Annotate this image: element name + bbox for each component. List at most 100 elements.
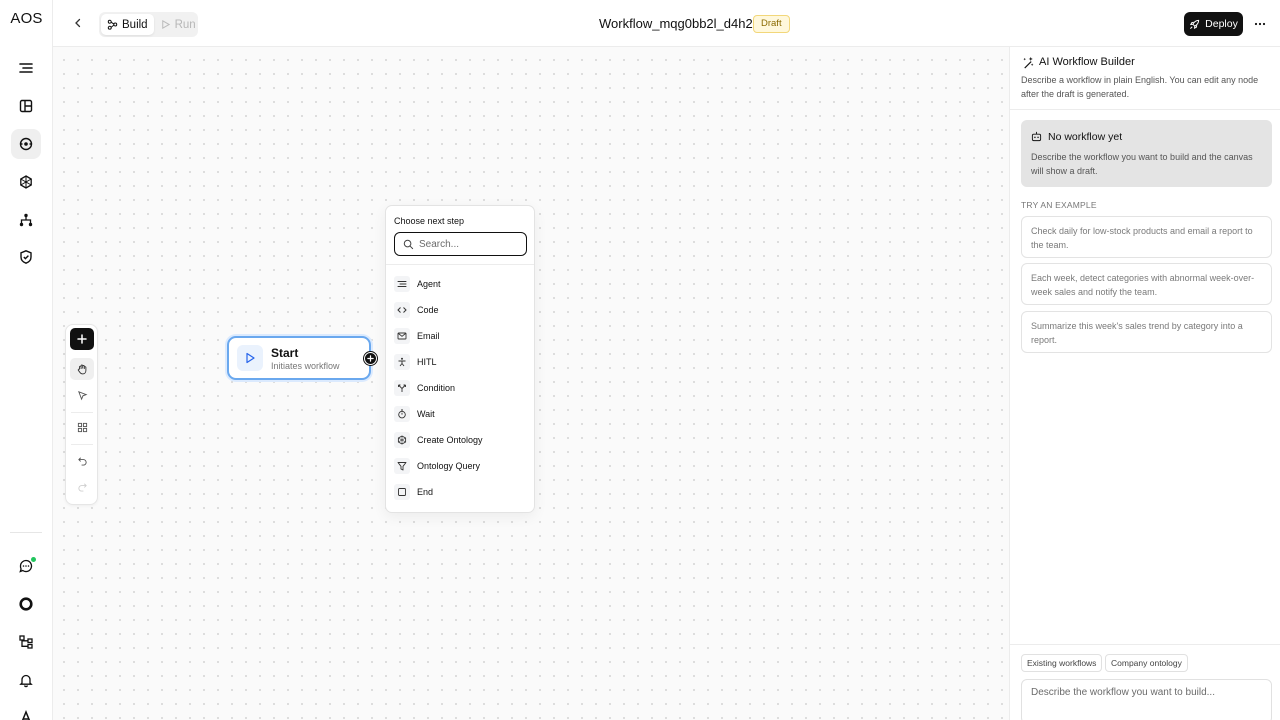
bot-icon <box>1031 131 1042 142</box>
panel-header: AI Workflow Builder Describe a workflow … <box>1010 47 1280 110</box>
step-item-agent[interactable]: Agent <box>394 273 526 295</box>
select-tool-button[interactable] <box>70 384 94 406</box>
chat-icon[interactable] <box>11 551 41 581</box>
run-mode-button[interactable]: Run <box>154 14 202 35</box>
notification-dot <box>31 557 36 562</box>
choose-next-step-menu: Choose next step Search... Agent Code Em… <box>385 205 535 513</box>
plus-icon <box>77 334 87 344</box>
workflow-title[interactable]: Workflow_mqg0bb2l_d4h2 <box>599 16 753 31</box>
panel-description: Describe a workflow in plain English. Yo… <box>1021 75 1259 99</box>
email-icon <box>394 328 410 344</box>
step-search-input[interactable]: Search... <box>394 232 527 256</box>
deploy-label: Deploy <box>1205 18 1238 30</box>
start-node-title: Start <box>271 346 299 360</box>
stop-icon <box>394 484 410 500</box>
circle-icon[interactable] <box>11 589 41 619</box>
layout-icon[interactable] <box>11 91 41 121</box>
panel-divider <box>1010 644 1280 645</box>
workflow-icon[interactable] <box>11 129 41 159</box>
grid-icon <box>77 422 88 433</box>
shield-icon[interactable] <box>11 242 41 272</box>
build-icon <box>107 19 118 30</box>
examples-label: TRY AN EXAMPLE <box>1021 200 1097 210</box>
play-icon <box>160 19 171 30</box>
step-item-label: Code <box>417 305 439 315</box>
step-item-label: End <box>417 487 434 497</box>
search-placeholder: Search... <box>419 238 460 250</box>
hand-icon <box>76 363 88 375</box>
build-mode-label: Build <box>122 18 148 31</box>
canvas-toolbar <box>65 324 98 505</box>
step-item-email[interactable]: Email <box>394 325 526 347</box>
step-item-condition[interactable]: Condition <box>394 377 526 399</box>
status-badge: Draft <box>753 15 790 33</box>
left-rail: AOS <box>0 0 53 720</box>
example-prompt[interactable]: Each week, detect categories with abnorm… <box>1021 263 1272 305</box>
back-button[interactable] <box>67 12 89 34</box>
timer-icon <box>394 406 410 422</box>
step-item-label: Wait <box>417 409 435 419</box>
add-node-button[interactable] <box>70 328 94 350</box>
step-menu-title: Choose next step <box>394 216 465 226</box>
step-item-label: Agent <box>417 279 441 289</box>
step-item-hitl[interactable]: HITL <box>394 351 526 373</box>
account-icon[interactable] <box>11 702 41 720</box>
context-chip-company-ontology[interactable]: Company ontology <box>1105 654 1188 672</box>
person-icon <box>394 354 410 370</box>
redo-button[interactable] <box>70 475 94 497</box>
step-item-label: Create Ontology <box>417 435 483 445</box>
deploy-button[interactable]: Deploy <box>1184 12 1243 36</box>
workflow-canvas[interactable]: Start Initiates workflow Choose next ste… <box>53 47 1009 720</box>
workflow-prompt-input[interactable]: Describe the workflow you want to build.… <box>1021 679 1272 720</box>
tree-icon[interactable] <box>11 627 41 657</box>
example-prompt[interactable]: Summarize this week's sales trend by cat… <box>1021 311 1272 353</box>
toolbar-divider <box>71 444 93 445</box>
rail-divider <box>10 532 42 533</box>
plus-icon <box>367 355 374 362</box>
undo-icon <box>77 455 88 466</box>
more-options-button[interactable] <box>1249 12 1271 36</box>
pan-tool-button[interactable] <box>70 358 94 380</box>
ai-builder-panel: AI Workflow Builder Describe a workflow … <box>1009 47 1280 720</box>
context-chip-existing-workflows[interactable]: Existing workflows <box>1021 654 1103 672</box>
more-horizontal-icon <box>1254 22 1266 26</box>
step-item-code[interactable]: Code <box>394 299 526 321</box>
rocket-icon <box>1189 19 1200 30</box>
hierarchy-icon[interactable] <box>11 205 41 235</box>
pointer-icon <box>77 390 88 401</box>
top-bar: Build Run Workflow_mqg0bb2l_d4h2 Draft D… <box>53 0 1280 47</box>
step-item-ontology-query[interactable]: Ontology Query <box>394 455 526 477</box>
code-icon <box>394 302 410 318</box>
toolbar-divider <box>71 412 93 413</box>
play-icon <box>237 345 263 371</box>
search-icon <box>403 239 414 250</box>
step-item-label: Ontology Query <box>417 461 481 471</box>
step-item-wait[interactable]: Wait <box>394 403 526 425</box>
ontology-icon <box>394 432 410 448</box>
step-item-end[interactable]: End <box>394 481 526 503</box>
start-node-subtitle: Initiates workflow <box>271 361 340 371</box>
start-node[interactable]: Start Initiates workflow <box>227 336 371 380</box>
auto-layout-button[interactable] <box>70 416 94 438</box>
ontology-icon[interactable] <box>11 167 41 197</box>
add-step-handle[interactable] <box>364 352 377 365</box>
mode-toggle: Build Run <box>99 12 198 37</box>
branch-icon <box>394 380 410 396</box>
app-logo[interactable]: AOS <box>0 10 53 27</box>
filter-icon <box>394 458 410 474</box>
menu-icon[interactable] <box>11 53 41 83</box>
sparkle-icon <box>1021 56 1034 69</box>
panel-title: AI Workflow Builder <box>1039 56 1135 68</box>
step-item-label: Condition <box>417 383 456 393</box>
build-mode-button[interactable]: Build <box>101 14 154 35</box>
bell-icon[interactable] <box>11 665 41 695</box>
step-item-label: Email <box>417 331 440 341</box>
menu-divider <box>386 264 534 265</box>
example-prompt[interactable]: Check daily for low-stock products and e… <box>1021 216 1272 258</box>
run-mode-label: Run <box>174 18 196 31</box>
empty-state-title: No workflow yet <box>1048 131 1123 143</box>
step-item-create-ontology[interactable]: Create Ontology <box>394 429 526 451</box>
undo-button[interactable] <box>70 449 94 471</box>
empty-state-description: Describe the workflow you want to build … <box>1031 152 1253 176</box>
empty-state-card: No workflow yet Describe the workflow yo… <box>1021 120 1272 187</box>
